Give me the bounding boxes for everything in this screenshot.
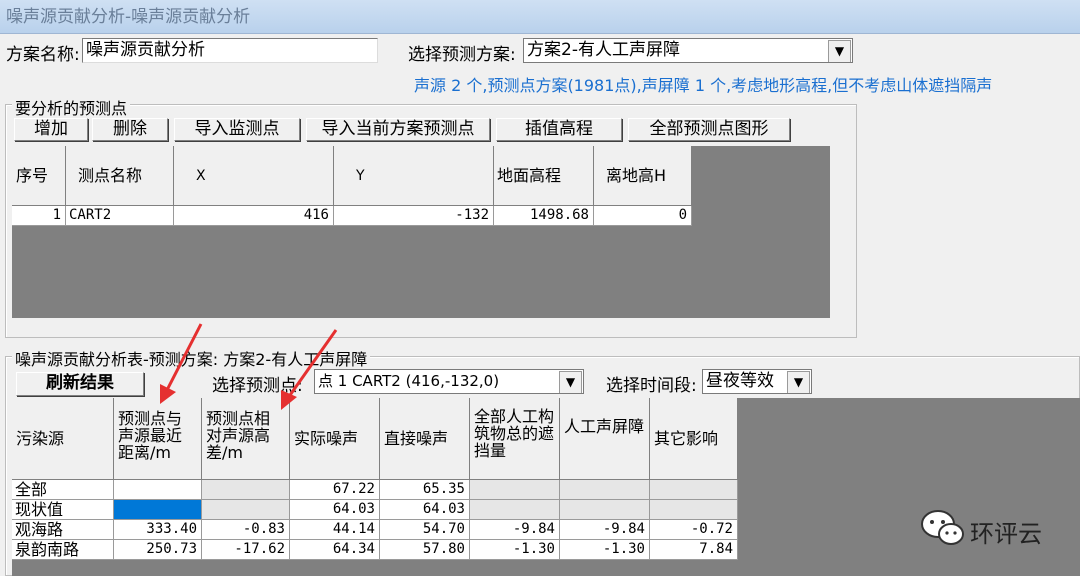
window-titlebar: 噪声源贡献分析-噪声源贡献分析	[0, 0, 1080, 34]
col-header-direct-noise[interactable]: 直接噪声	[380, 398, 470, 480]
table-cell-min-distance[interactable]: 250.73	[114, 540, 202, 560]
table-cell-index[interactable]: 1	[12, 206, 66, 226]
table-row-source[interactable]: 现状值	[12, 500, 114, 520]
chevron-down-icon[interactable]: ▼	[828, 40, 851, 62]
table-cell-actual-noise[interactable]: 64.03	[290, 500, 380, 520]
table-cell-height-diff[interactable]: -17.62	[202, 540, 290, 560]
analysis-group-title: 噪声源贡献分析表-预测方案: 方案2-有人工声屏障	[12, 346, 371, 370]
all-points-graphic-button[interactable]: 全部预测点图形	[628, 118, 790, 141]
table-cell-structure-shielding[interactable]: -9.84	[470, 520, 560, 540]
table-cell-actual-noise[interactable]: 67.22	[290, 480, 380, 500]
points-group-title: 要分析的预测点	[12, 95, 131, 119]
col-header-structure-shielding[interactable]: 全部人工构筑物总的遮挡量	[470, 398, 560, 480]
table-cell-other-effects[interactable]: -0.72	[650, 520, 738, 540]
table-cell-direct-noise[interactable]: 65.35	[380, 480, 470, 500]
period-select-value: 昼夜等效	[706, 371, 774, 391]
table-cell-other-effects[interactable]	[650, 500, 738, 520]
table-cell-height-diff[interactable]: -0.83	[202, 520, 290, 540]
col-header-actual-noise[interactable]: 实际噪声	[290, 398, 380, 480]
point-select[interactable]: 点 1 CART2 (416,-132,0) ▼	[314, 369, 584, 394]
table-cell-actual-noise[interactable]: 64.34	[290, 540, 380, 560]
table-cell-noise-barrier[interactable]	[560, 480, 650, 500]
scheme-select-label: 选择预测方案:	[408, 45, 516, 65]
refresh-results-button[interactable]: 刷新结果	[16, 372, 144, 396]
table-cell-direct-noise[interactable]: 64.03	[380, 500, 470, 520]
select-period-label: 选择时间段:	[606, 376, 697, 396]
select-point-label: 选择预测点:	[212, 376, 303, 396]
table-cell-height-diff[interactable]	[202, 500, 290, 520]
scheme-select-value: 方案2-有人工声屏障	[527, 40, 680, 60]
table-cell-min-distance[interactable]: 333.40	[114, 520, 202, 540]
col-header-other-effects[interactable]: 其它影响	[650, 398, 738, 480]
table-cell-actual-noise[interactable]: 44.14	[290, 520, 380, 540]
col-header-height-above-ground[interactable]: 离地高H	[594, 146, 692, 206]
watermark-text: 环评云	[970, 520, 1042, 548]
table-cell-noise-barrier[interactable]: -9.84	[560, 520, 650, 540]
col-header-point-name[interactable]: 测点名称	[66, 146, 174, 206]
col-header-other-effects-label: 其它影响	[654, 429, 719, 448]
analysis-table: 污染源 预测点与声源最近距离/m 预测点相对声源高差/m 实际噪声 直接噪声 全…	[12, 398, 1080, 576]
table-cell-noise-barrier[interactable]: -1.30	[560, 540, 650, 560]
table-cell-noise-barrier[interactable]	[560, 500, 650, 520]
table-cell-direct-noise[interactable]: 57.80	[380, 540, 470, 560]
point-select-value: 点 1 CART2 (416,-132,0)	[318, 372, 500, 390]
table-cell-structure-shielding[interactable]	[470, 480, 560, 500]
wechat-icon	[920, 508, 966, 548]
col-header-source[interactable]: 污染源	[12, 398, 114, 480]
col-header-ground-elevation[interactable]: 地面高程	[494, 146, 594, 206]
scheme-name-label: 方案名称:	[6, 45, 80, 65]
table-row-source[interactable]: 全部	[12, 480, 114, 500]
scheme-name-input[interactable]: 噪声源贡献分析	[82, 38, 378, 63]
scheme-info-text: 声源 2 个,预测点方案(1981点),声屏障 1 个,考虑地形高程,但不考虑山…	[414, 76, 993, 95]
table-cell-y[interactable]: -132	[334, 206, 494, 226]
table-cell-min-distance-selected[interactable]	[114, 500, 202, 520]
table-cell-ground-elevation[interactable]: 1498.68	[494, 206, 594, 226]
table-cell-height-above-ground[interactable]: 0	[594, 206, 692, 226]
add-button[interactable]: 增加	[14, 118, 88, 141]
table-cell-min-distance[interactable]	[114, 480, 202, 500]
import-scheme-points-button[interactable]: 导入当前方案预测点	[306, 118, 490, 141]
chevron-down-icon[interactable]: ▼	[559, 371, 582, 393]
table-cell-point-name[interactable]: CART2	[66, 206, 174, 226]
delete-button[interactable]: 删除	[92, 118, 168, 141]
chevron-down-icon[interactable]: ▼	[787, 371, 810, 393]
table-cell-structure-shielding[interactable]: -1.30	[470, 540, 560, 560]
scheme-select[interactable]: 方案2-有人工声屏障 ▼	[523, 38, 853, 63]
table-cell-structure-shielding[interactable]	[470, 500, 560, 520]
import-monitor-points-button[interactable]: 导入监测点	[174, 118, 300, 141]
interpolate-elevation-button[interactable]: 插值高程	[496, 118, 622, 141]
table-cell-direct-noise[interactable]: 54.70	[380, 520, 470, 540]
col-header-actual-noise-label: 实际噪声	[294, 429, 359, 448]
col-header-x[interactable]: X	[174, 146, 334, 206]
period-select[interactable]: 昼夜等效 ▼	[702, 369, 812, 394]
col-header-height-diff[interactable]: 预测点相对声源高差/m	[202, 398, 290, 480]
table-cell-height-diff[interactable]	[202, 480, 290, 500]
table-cell-other-effects[interactable]	[650, 480, 738, 500]
table-cell-x[interactable]: 416	[174, 206, 334, 226]
col-header-index[interactable]: 序号	[12, 146, 66, 206]
table-row-source[interactable]: 观海路	[12, 520, 114, 540]
col-header-direct-noise-label: 直接噪声	[384, 429, 449, 448]
col-header-source-label: 污染源	[16, 429, 65, 448]
col-header-noise-barrier[interactable]: 人工声屏障	[560, 398, 650, 480]
table-cell-other-effects[interactable]: 7.84	[650, 540, 738, 560]
points-table: 序号 测点名称 X Y 地面高程 离地高H 1 CART2 416 -132 1…	[12, 146, 830, 318]
col-header-y[interactable]: Y	[334, 146, 494, 206]
col-header-min-distance[interactable]: 预测点与声源最近距离/m	[114, 398, 202, 480]
table-row-source[interactable]: 泉韵南路	[12, 540, 114, 560]
